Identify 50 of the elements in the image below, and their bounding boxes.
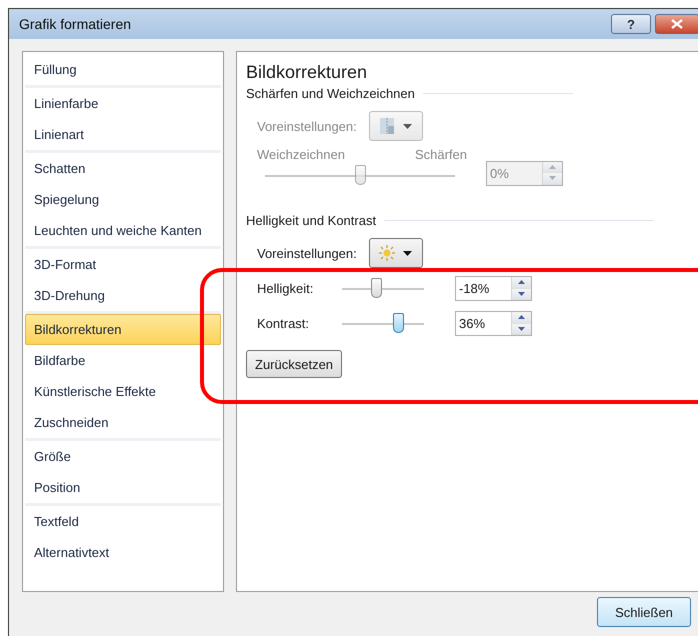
category-item[interactable]: Bildfarbe [25,345,221,376]
slider-label: Kontrast: [257,316,310,331]
category-item[interactable]: Linienart [25,119,221,150]
category-item[interactable]: Füllung [25,54,221,85]
slider-thumb[interactable] [370,278,382,298]
close-button[interactable] [655,14,698,34]
up-arrow-icon [518,280,525,284]
category-item[interactable]: Schatten [25,153,221,184]
category-item[interactable]: Leuchten und weiche Kanten [25,215,221,246]
caret-icon [403,124,412,128]
spin-up-button[interactable] [512,277,531,288]
section-heading: Helligkeit und Kontrast [246,213,376,228]
window-title: Grafik formatieren [19,16,132,32]
sun-icon [379,245,396,261]
category-item[interactable]: Zuschneiden [25,407,221,438]
spin-down-button[interactable] [512,324,531,335]
slider-thumb[interactable] [392,312,404,332]
reset-button[interactable]: Zurücksetzen [246,350,342,378]
caret-icon [403,250,412,256]
category-item[interactable]: Alternativtext [25,537,221,568]
section-heading: Schärfen und Weichzeichnen [246,86,415,101]
slider-max-label: Schärfen [414,147,467,162]
slider-min-label: Weichzeichnen [257,147,345,162]
category-item[interactable]: Größe [25,441,221,472]
close-dialog-button[interactable]: Schließen [597,597,691,627]
category-item[interactable]: Linienfarbe [25,88,221,119]
category-item[interactable]: 3D-Format [25,249,221,280]
sharpen-preset-icon [379,117,396,135]
presets-dropdown[interactable] [368,238,423,268]
category-item[interactable]: Bildkorrekturen [25,314,221,345]
up-arrow-icon [549,164,556,169]
category-item[interactable]: Künstlerische Effekte [25,376,221,407]
help-button[interactable]: ? [611,14,651,34]
category-item[interactable]: Position [25,472,221,503]
spin-field[interactable]: 36% [455,311,532,336]
down-arrow-icon [518,326,525,331]
spin-field[interactable]: -18% [455,276,532,301]
down-arrow-icon [518,292,525,296]
category-item[interactable]: 3D-Drehung [25,280,221,311]
slider-label: Helligkeit: [257,281,314,296]
spin-up-button[interactable] [512,312,531,324]
panel-title: Bildkorrekturen [246,62,368,83]
down-arrow-icon [549,176,556,180]
presets-label: Voreinstellungen: [257,246,357,260]
category-item[interactable]: Spiegelung [25,184,221,215]
close-icon [671,19,683,29]
up-arrow-icon [518,315,525,320]
category-item[interactable]: Textfeld [25,506,221,537]
presets-label: Voreinstellungen: [257,118,357,134]
spin-down-button[interactable] [512,288,531,300]
